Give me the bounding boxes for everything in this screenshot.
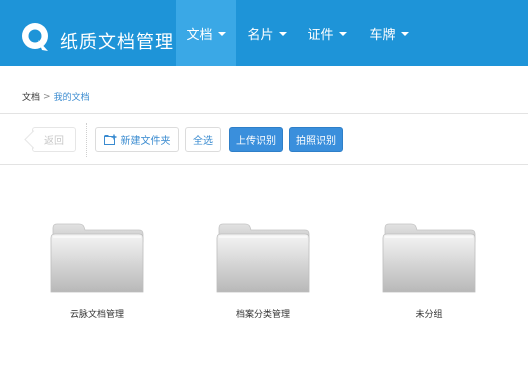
upload-recognize-button[interactable]: 上传识别 <box>229 127 283 152</box>
photo-recognize-label: 拍照识别 <box>296 136 336 147</box>
nav-item-label: 名片 <box>247 27 274 43</box>
folder-icon <box>216 223 310 293</box>
folder-item[interactable]: 云脉文档管理 <box>49 222 145 322</box>
folder-name: 云脉文档管理 <box>69 310 124 320</box>
back-button[interactable]: 返回 <box>32 127 76 152</box>
back-button-label: 返回 <box>44 136 64 147</box>
breadcrumb-current[interactable]: 我的文档 <box>54 90 90 103</box>
top-navigation-bar: 纸质文档管理 文档 名片 证件 车牌 <box>0 0 528 66</box>
nav-item-business-cards[interactable]: 名片 <box>238 0 296 66</box>
new-folder-icon <box>103 134 116 145</box>
breadcrumb-separator: > <box>43 91 51 102</box>
folder-name: 未分组 <box>415 310 443 320</box>
caret-down-icon <box>278 31 287 36</box>
select-all-button[interactable]: 全选 <box>185 127 221 152</box>
toolbar-divider <box>86 123 87 157</box>
nav-item-label: 文档 <box>186 27 213 43</box>
select-all-label: 全选 <box>193 136 213 147</box>
nav-item-label: 车牌 <box>369 27 396 43</box>
caret-down-icon <box>338 31 347 36</box>
nav-item-documents[interactable]: 文档 <box>176 0 236 66</box>
nav-item-license-plates[interactable]: 车牌 <box>360 0 418 66</box>
folder-item[interactable]: 未分组 <box>381 222 477 322</box>
caret-down-icon <box>217 31 226 36</box>
breadcrumb-root[interactable]: 文档 <box>22 90 40 103</box>
upload-recognize-label: 上传识别 <box>236 136 276 147</box>
nav-item-ids[interactable]: 证件 <box>298 0 356 66</box>
folder-item[interactable]: 档案分类管理 <box>215 222 311 322</box>
folder-icon <box>382 223 476 293</box>
toolbar: 返回 新建文件夹 全选 上传识别 拍照识别 <box>0 115 528 165</box>
new-folder-label: 新建文件夹 <box>120 136 171 147</box>
new-folder-button[interactable]: 新建文件夹 <box>95 127 179 152</box>
folder-name: 档案分类管理 <box>235 310 290 320</box>
speech-bubble-q-icon <box>18 20 54 56</box>
brand[interactable]: 纸质文档管理 <box>18 18 174 58</box>
nav-item-label: 证件 <box>307 27 334 43</box>
caret-down-icon <box>400 31 409 36</box>
breadcrumb: 文档 > 我的文档 <box>0 80 528 114</box>
folder-icon <box>50 223 144 293</box>
brand-name: 纸质文档管理 <box>60 32 174 53</box>
photo-recognize-button[interactable]: 拍照识别 <box>289 127 343 152</box>
